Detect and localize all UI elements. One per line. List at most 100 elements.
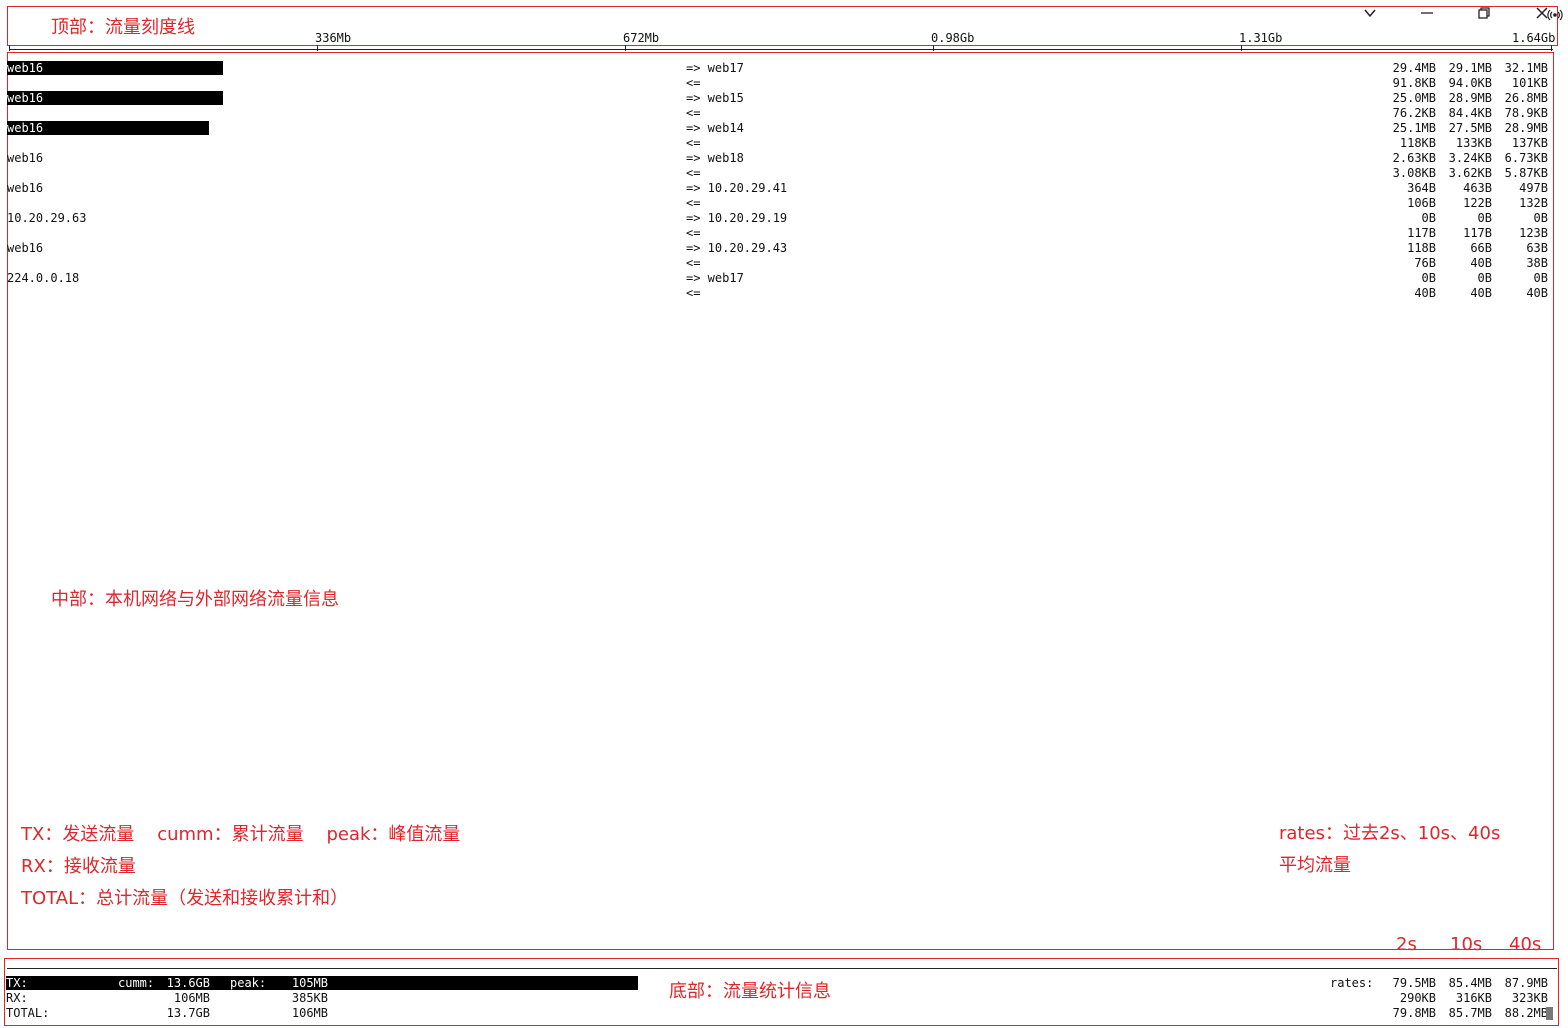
footer-tx-cumm: 13.6GB xyxy=(166,976,210,990)
rx-rate: 117B xyxy=(1407,226,1436,240)
footer-rates-label: rates: xyxy=(1330,976,1374,990)
annotation-bottom: 底部：流量统计信息 xyxy=(669,981,831,1002)
connection-inbound-arrow: <= xyxy=(686,166,701,180)
annotation-legend-total: TOTAL：总计流量（发送和接收累计和） xyxy=(21,888,349,909)
rx-rate: 78.9KB xyxy=(1504,106,1548,120)
connection-inbound-arrow: <= xyxy=(686,256,701,270)
rx-rate: 94.0KB xyxy=(1448,76,1492,90)
connection-inbound-arrow: <= xyxy=(686,136,701,150)
rx-rate: 76B xyxy=(1414,256,1436,270)
footer-tx-rates: 87.9MB xyxy=(1504,976,1548,990)
rx-rate: 40B xyxy=(1414,286,1436,300)
rx-rate: 91.8KB xyxy=(1392,76,1436,90)
tx-rate: 28.9MB xyxy=(1504,121,1548,135)
annotation-rates: rates：过去2s、10s、40s xyxy=(1279,823,1501,844)
connection-inbound-arrow: <= xyxy=(686,226,701,240)
scale-tick xyxy=(9,45,10,51)
scale-axis-line xyxy=(9,49,1553,50)
rx-rate: 118KB xyxy=(1399,136,1436,150)
rx-rate: 40B xyxy=(1470,286,1492,300)
tx-rate: 6.73KB xyxy=(1504,151,1548,165)
tx-rate: 2.63KB xyxy=(1392,151,1436,165)
rx-rate: 117B xyxy=(1463,226,1492,240)
footer-total-cumm: 13.7GB xyxy=(166,1006,210,1020)
footer-tx-rates: 79.5MB xyxy=(1392,976,1436,990)
connection-destination: => 10.20.29.19 xyxy=(686,211,788,225)
tx-rate: 63B xyxy=(1526,241,1548,255)
footer-total-rates: 79.8MB xyxy=(1392,1006,1436,1020)
connection-source: web16 xyxy=(7,151,44,165)
tx-rate: 463B xyxy=(1463,181,1492,195)
footer-total-peak: 106MB xyxy=(291,1006,328,1020)
rx-rate: 101KB xyxy=(1511,76,1548,90)
scale-tick xyxy=(317,45,318,51)
annotation-legend-rx: RX：接收流量 xyxy=(21,856,136,877)
tx-rate: 0B xyxy=(1421,271,1436,285)
connection-source: web16 xyxy=(7,181,44,195)
tx-rate: 29.4MB xyxy=(1392,61,1436,75)
connection-destination: => web18 xyxy=(686,151,744,165)
connection-source: 224.0.0.18 xyxy=(7,271,80,285)
tx-rate: 29.1MB xyxy=(1448,61,1492,75)
scale-tick-label: 1.31Gb xyxy=(1239,31,1283,45)
scale-tick-label: 0.98Gb xyxy=(931,31,975,45)
tx-rate: 364B xyxy=(1407,181,1436,195)
footer-total-rates: 88.2MB xyxy=(1504,1006,1548,1020)
scale-tick-label: 1.64Gb xyxy=(1512,31,1556,45)
footer-rx-label: RX: xyxy=(6,991,28,1005)
connection-source: web16 xyxy=(7,121,44,135)
rx-rate: 5.87KB xyxy=(1504,166,1548,180)
footer-peak-label: peak: xyxy=(230,976,267,990)
footer-rx-cumm: 106MB xyxy=(173,991,210,1005)
tx-rate: 26.8MB xyxy=(1504,91,1548,105)
footer-rx-rates: 323KB xyxy=(1511,991,1548,1005)
connection-destination: => web17 xyxy=(686,271,744,285)
footer-separator xyxy=(7,968,1557,969)
footer-cumm-label: cumm: xyxy=(118,976,155,990)
annotation-middle: 中部：本机网络与外部网络流量信息 xyxy=(51,589,339,610)
connection-destination: => web17 xyxy=(686,61,744,75)
connection-destination: => 10.20.29.41 xyxy=(686,181,788,195)
connection-destination: => web14 xyxy=(686,121,744,135)
connection-source: 10.20.29.63 xyxy=(7,211,87,225)
connection-source: web16 xyxy=(7,61,44,75)
connection-inbound-arrow: <= xyxy=(686,196,701,210)
scale-tick xyxy=(1241,45,1242,51)
connection-source: web16 xyxy=(7,91,44,105)
annotation-legend-tx: TX：发送流量 cumm：累计流量 peak：峰值流量 xyxy=(21,824,461,845)
top-scale-region xyxy=(7,6,1558,46)
tx-rate: 497B xyxy=(1519,181,1548,195)
connection-inbound-arrow: <= xyxy=(686,286,701,300)
scale-tick xyxy=(625,45,626,51)
rx-rate: 38B xyxy=(1526,256,1548,270)
scale-tick-label: 672Mb xyxy=(623,31,660,45)
footer-tx-label: TX: xyxy=(6,976,28,990)
rx-rate: 106B xyxy=(1407,196,1436,210)
rx-rate: 3.62KB xyxy=(1448,166,1492,180)
rx-rate: 133KB xyxy=(1455,136,1492,150)
tx-rate: 118B xyxy=(1407,241,1436,255)
terminal-cursor xyxy=(1546,1007,1553,1020)
footer-total-rates: 85.7MB xyxy=(1448,1006,1492,1020)
rx-rate: 3.08KB xyxy=(1392,166,1436,180)
tx-rate: 66B xyxy=(1470,241,1492,255)
tx-rate: 25.0MB xyxy=(1392,91,1436,105)
connection-source: web16 xyxy=(7,241,44,255)
scale-tick-label: 336Mb xyxy=(315,31,352,45)
annotation-col-10s: 10s xyxy=(1450,934,1483,955)
rx-rate: 84.4KB xyxy=(1448,106,1492,120)
tx-rate: 0B xyxy=(1533,271,1548,285)
tx-rate: 3.24KB xyxy=(1448,151,1492,165)
connection-destination: => 10.20.29.43 xyxy=(686,241,788,255)
rx-rate: 40B xyxy=(1526,286,1548,300)
annotation-rates-avg: 平均流量 xyxy=(1279,855,1351,876)
annotation-col-40s: 40s xyxy=(1509,934,1542,955)
footer-rx-peak: 385KB xyxy=(291,991,328,1005)
annotation-top: 顶部：流量刻度线 xyxy=(51,17,195,38)
footer-tx-peak: 105MB xyxy=(291,976,328,990)
rx-rate: 76.2KB xyxy=(1392,106,1436,120)
tx-rate: 0B xyxy=(1533,211,1548,225)
footer-total-label: TOTAL: xyxy=(6,1006,50,1020)
connection-inbound-arrow: <= xyxy=(686,76,701,90)
connection-destination: => web15 xyxy=(686,91,744,105)
